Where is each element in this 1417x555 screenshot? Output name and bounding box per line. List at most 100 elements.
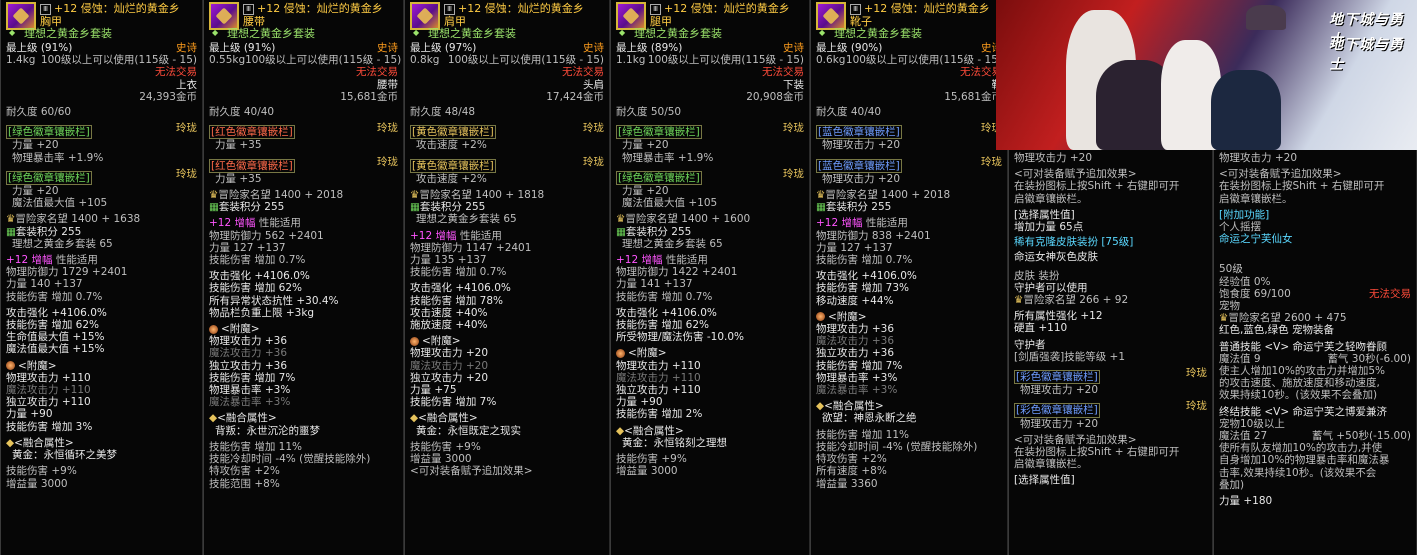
- socket-slot[interactable]: [绿色徽章镶嵌栏]: [616, 170, 702, 186]
- socket-slot[interactable]: [黄色徽章镶嵌栏]: [410, 125, 496, 140]
- trade-status: 无法交易: [562, 66, 604, 79]
- skin-socket-1: [彩色徽章镶嵌栏] 玲珑: [1014, 367, 1207, 385]
- pet-equip-colors: 红色,蓝色,绿色 宠物装备: [1219, 324, 1335, 337]
- item-type: 腰带: [377, 78, 398, 91]
- socket-slot[interactable]: [红色徽章镶嵌栏]: [209, 158, 295, 173]
- amp-row: +12 增幅 性能适用: [410, 229, 502, 242]
- socket-stat: 攻击速度 +2%: [416, 139, 487, 152]
- socket-slot[interactable]: [绿色徽章镶嵌栏]: [616, 125, 702, 140]
- set-points-name: 理想之黄金乡套装 65: [622, 237, 723, 250]
- trade-status: 无法交易: [762, 66, 804, 79]
- weight-row: 0.8kg 100级以上可以使用(115级 - 15): [410, 54, 604, 67]
- durability: 耐久度 48/48: [410, 106, 476, 119]
- item-icon[interactable]: ◆: [410, 2, 440, 37]
- pet-skill2-desc-1: 使所有队友增加10%的攻击力,并使: [1219, 442, 1383, 455]
- enchant-stat: 魔法攻击力 +36: [209, 347, 287, 360]
- socket-slot[interactable]: [绿色徽章镶嵌栏]: [6, 170, 92, 186]
- socket-row: [绿色徽章镶嵌栏] 玲珑: [6, 167, 197, 186]
- fusion-stat: 增益量 3000: [616, 465, 678, 478]
- item-price: 24,393金币: [139, 90, 197, 103]
- fame-row: ♛冒险家名望 1400 + 2018: [816, 189, 951, 202]
- skin-choose: [选择属性值]: [1014, 208, 1075, 221]
- item-icon[interactable]: ◆: [6, 2, 36, 37]
- pet-addon-title: <可对装备赋予追加效果>: [1219, 168, 1342, 181]
- skin-choose2: [选择属性值]: [1014, 474, 1075, 487]
- pet-extra-val: 个人摇摆: [1219, 221, 1261, 234]
- enchant-orb-icon: [616, 348, 625, 358]
- fusion-title: ◆<融合属性>: [209, 412, 277, 425]
- base-stat: 力量 135 +137: [410, 254, 487, 267]
- pet-skill1-title: 普通技能 <V> 命运宁芙之轻吻眷顾: [1219, 340, 1387, 353]
- enchant-stat: 力量 +75: [410, 384, 457, 397]
- skin-choose-val: 增加力量 65点: [1014, 221, 1084, 234]
- fusion-stat: 增益量 3000: [6, 477, 68, 490]
- banner-logo-2: 地下城与勇士: [1329, 37, 1404, 73]
- option-stat: 移动速度 +44%: [816, 294, 894, 307]
- enchant-stat: 独立攻击力 +20: [410, 371, 488, 384]
- option-stat: 攻击速度 +40%: [410, 306, 488, 319]
- item-set-name: 理想之黄金乡套装: [634, 27, 722, 40]
- pet-extra-title: [附加功能]: [1219, 208, 1270, 221]
- fusion-stat: 技能范围 +8%: [209, 477, 280, 490]
- amp-row: +12 增幅 性能适用: [816, 217, 908, 230]
- set-points: ▦套装积分 255: [816, 201, 892, 214]
- item-set-name: 理想之黄金乡套装: [227, 27, 315, 40]
- enchant-stat: 独立攻击力 +110: [616, 384, 701, 397]
- set-points-name: 理想之黄金乡套装 65: [416, 213, 517, 226]
- option-stat: 技能伤害 增加 73%: [816, 282, 910, 295]
- fame-icon: ♛: [816, 189, 826, 202]
- pet-skill1-desc-3: 效果持续10秒。(该效果不会叠加): [1219, 389, 1378, 402]
- item-price: 17,424金币: [546, 90, 604, 103]
- item-icon[interactable]: ◆: [616, 2, 646, 37]
- lock-icon: Ⅲ: [444, 3, 455, 15]
- socket-slot[interactable]: [绿色徽章镶嵌栏]: [6, 125, 92, 140]
- socket-stat: 物理暴击率 +1.9%: [622, 151, 714, 164]
- enchant-stat: 物理攻击力 +110: [616, 359, 701, 372]
- set-points: ▦套装积分 255: [6, 225, 82, 238]
- weight-row: 0.6kg 100级以上可以使用(115级 - 15): [816, 54, 1002, 67]
- skin-rare-title: 稀有克隆皮肤装扮 [75级]: [1014, 236, 1134, 249]
- set-points-icon: ▦: [6, 225, 16, 238]
- item-header: ◆ Ⅲ +12 侵蚀：灿烂的黄金乡 腰带 理想之黄金乡套装: [209, 2, 398, 42]
- pet-skill2-row: 魔法值 27 蓄气 +50秒(-15.00): [1219, 430, 1411, 443]
- enchant-stat: 力量 +90: [6, 408, 53, 421]
- enchant-stat: 魔法攻击力 +110: [616, 371, 701, 384]
- item-header: ◆ Ⅲ +12 侵蚀：灿烂的黄金乡 腿甲 理想之黄金乡套装: [616, 2, 804, 42]
- socket-slot[interactable]: [黄色徽章镶嵌栏]: [410, 158, 496, 173]
- pet-fame: ♛冒险家名望 2600 + 475: [1219, 312, 1347, 325]
- fusion-name: 黄金：永恒既定之现实: [416, 424, 521, 437]
- socket-slot[interactable]: [红色徽章镶嵌栏]: [209, 125, 295, 140]
- socket-slot[interactable]: [蓝色徽章镶嵌栏]: [816, 125, 902, 140]
- set-points-icon: ▦: [616, 225, 626, 238]
- socket-stat: 力量 +20: [12, 139, 59, 152]
- option-stat: 魔法值最大值 +15%: [6, 343, 105, 356]
- fusion-diamond-icon: ◆: [209, 412, 218, 425]
- grade-row: 最上级 (91%) 史诗: [209, 42, 398, 54]
- skin-socket-1-val: 物理攻击力 +20: [1020, 384, 1098, 397]
- base-stat: 技能伤害 增加 0.7%: [616, 290, 713, 303]
- skin-name: 命运女神灰色皮肤: [1014, 251, 1098, 264]
- option-stat: 所受物理/魔法伤害 -10.0%: [616, 331, 745, 344]
- pet-skill1-row: 魔法值 9 蓄气 30秒(-6.00): [1219, 352, 1411, 365]
- fusion-stat: 所有速度 +8%: [816, 465, 887, 478]
- item-icon[interactable]: ◆: [209, 2, 239, 37]
- item-icon[interactable]: ◆: [816, 2, 846, 37]
- enchant-stat: 物理攻击力 +36: [209, 335, 287, 348]
- socket-stat: 力量 +35: [215, 172, 262, 185]
- enchant-stat: 魔法暴击率 +3%: [209, 396, 291, 409]
- amp-row: +12 增幅 性能适用: [6, 254, 98, 267]
- tooltip-panel-1: ◆ Ⅲ +12 侵蚀：灿烂的黄金乡 胸甲 理想之黄金乡套装 最上级 (91%) 史诗 1.4k…: [0, 0, 203, 555]
- base-stat: 力量 127 +137: [816, 241, 893, 254]
- socket-slot[interactable]: [蓝色徽章镶嵌栏]: [816, 158, 902, 173]
- enchant-title: <附魔>: [209, 323, 398, 335]
- item-header: ◆ Ⅲ +12 侵蚀：灿烂的黄金乡 靴子 理想之黄金乡套装: [816, 2, 1002, 42]
- fusion-name: 黄金：永恒铭刻之理想: [622, 436, 727, 449]
- set-points-icon: ▦: [816, 201, 826, 214]
- skin-type: 皮肤 装扮: [1014, 269, 1060, 282]
- fusion-diamond-icon: ◆: [616, 424, 625, 437]
- trade-status: 无法交易: [155, 66, 197, 79]
- skin-skill-lv: [剑盾强袭]技能等级 +1: [1014, 350, 1126, 363]
- option-stat: 攻击强化 +4106.0%: [6, 306, 107, 319]
- enchant-stat: 技能伤害 增加 7%: [816, 359, 903, 372]
- pet-skill2-req: 宠物10级以上: [1219, 417, 1285, 430]
